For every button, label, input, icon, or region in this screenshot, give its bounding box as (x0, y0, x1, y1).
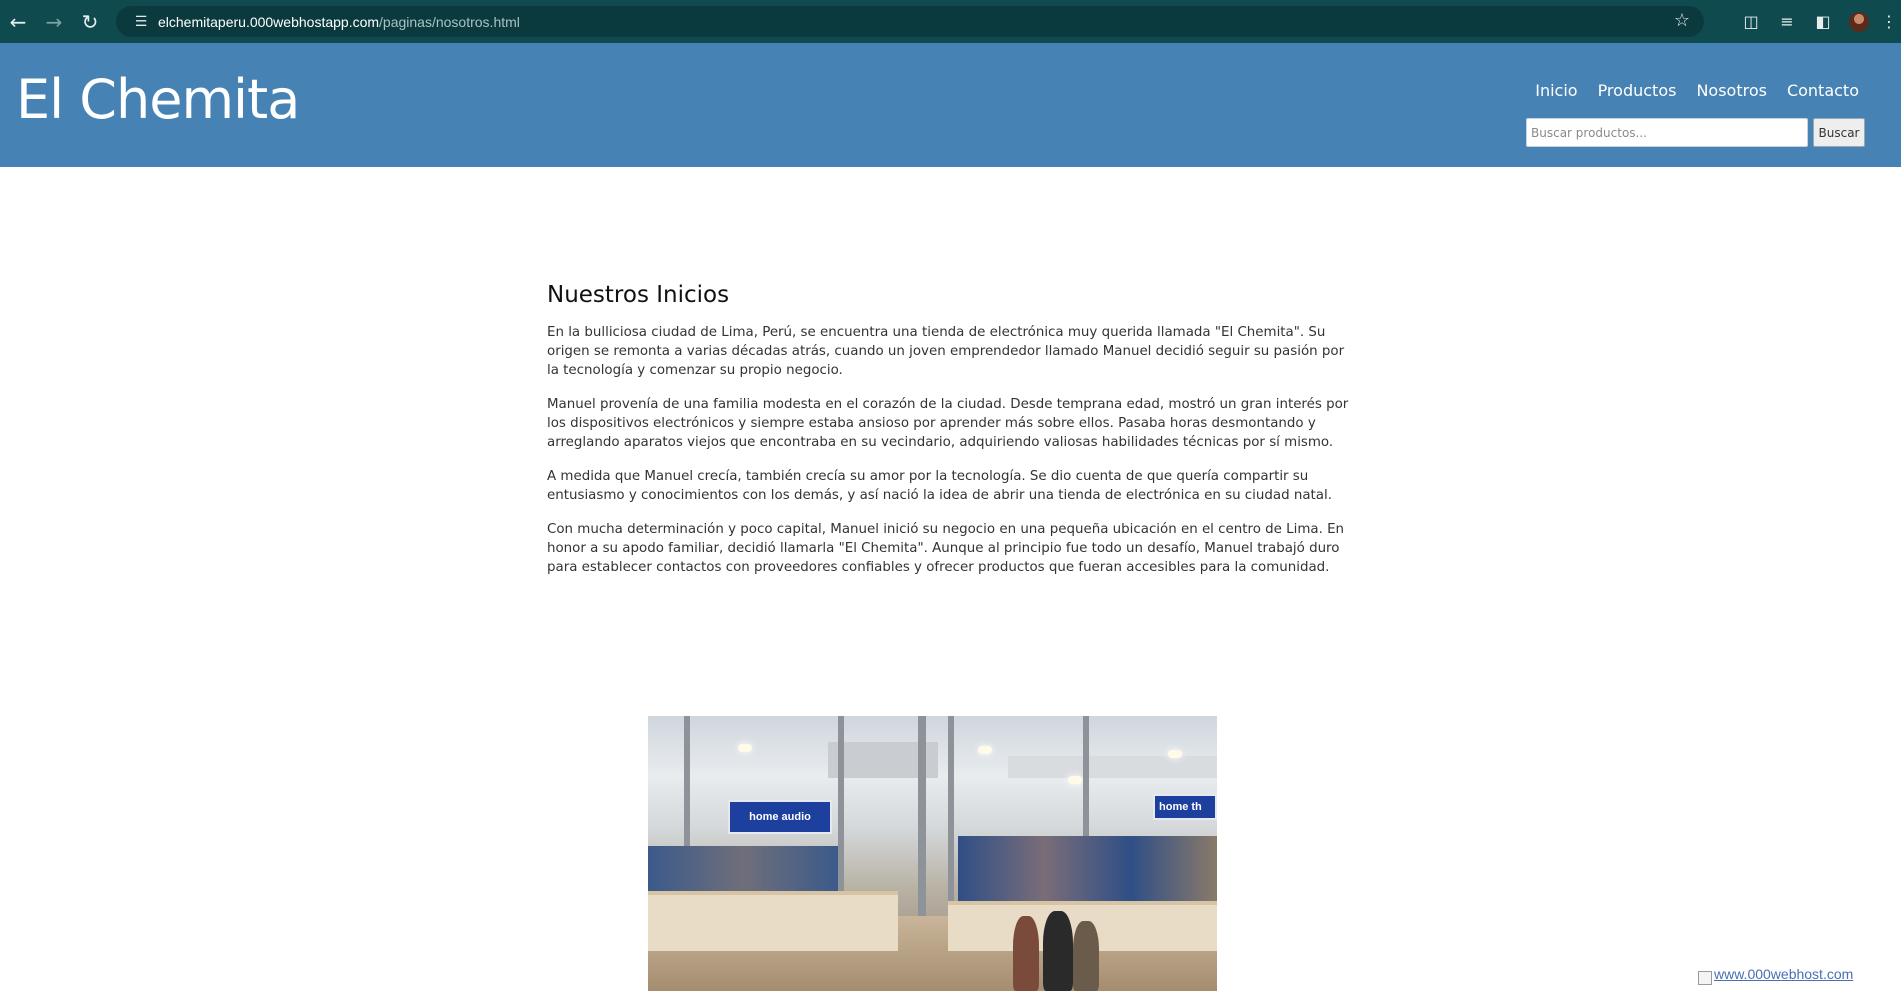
reload-icon[interactable]: ↻ (72, 0, 108, 43)
host-badge-text: www.000webhost.com (1714, 966, 1854, 982)
url-path: /paginas/nosotros.html (379, 13, 520, 30)
ceiling-light (1168, 750, 1182, 758)
menu-kebab-icon[interactable]: ⋮ (1877, 0, 1901, 43)
host-badge-link[interactable]: www.000webhost.com (1698, 966, 1880, 991)
home-audio-sign: home audio (728, 800, 832, 834)
home-theater-sign: home th (1153, 794, 1217, 820)
shopper (1013, 916, 1039, 991)
ceiling-duct (1008, 756, 1217, 778)
search-form: Buscar (1526, 118, 1865, 147)
nav-productos[interactable]: Productos (1598, 81, 1677, 100)
nav-inicio[interactable]: Inicio (1535, 81, 1577, 100)
nav-nosotros[interactable]: Nosotros (1696, 81, 1767, 100)
store-interior-image: home audio home th (648, 716, 1217, 991)
search-input[interactable] (1526, 118, 1808, 147)
search-button[interactable]: Buscar (1813, 118, 1865, 147)
back-icon[interactable]: ← (0, 0, 36, 43)
site-header: El Chemita Inicio Productos Nosotros Con… (0, 43, 1901, 167)
profile-avatar[interactable] (1841, 0, 1877, 43)
broken-image-icon (1698, 971, 1712, 985)
paragraph-2: Manuel provenía de una familia modesta e… (547, 397, 1349, 450)
shopper (1073, 921, 1099, 991)
display-shelf (958, 836, 1217, 906)
side-panel-icon[interactable]: ◧ (1805, 0, 1841, 43)
url-host: elchemitaperu.000webhostapp.com (158, 13, 380, 30)
toolbar-actions: ◫ ≡ ◧ ⋮ (1733, 0, 1901, 43)
extensions-icon[interactable]: ◫ (1733, 0, 1769, 43)
reading-list-icon[interactable]: ≡ (1769, 0, 1805, 43)
ceiling-light (978, 746, 992, 754)
paragraph-4: Con mucha determinación y poco capital, … (547, 522, 1345, 575)
ceiling-light (1068, 776, 1082, 784)
url-text[interactable]: elchemitaperu.000webhostapp.com/paginas/… (158, 14, 520, 30)
bookmark-star-icon[interactable]: ☆ (1674, 10, 1690, 31)
address-bar[interactable]: ☰ elchemitaperu.000webhostapp.com/pagina… (116, 6, 1704, 37)
ceiling-light (738, 744, 752, 752)
nav-contacto[interactable]: Contacto (1787, 81, 1859, 100)
section-title: Nuestros Inicios (547, 282, 730, 308)
paragraph-3: A medida que Manuel crecía, también crec… (547, 469, 1332, 503)
shopper (1043, 911, 1073, 991)
browser-toolbar: ← → ↻ ☰ elchemitaperu.000webhostapp.com/… (0, 0, 1901, 43)
sales-counter (648, 891, 898, 951)
about-content: Nuestros Inicios En la bulliciosa ciudad… (547, 282, 1351, 592)
main-nav: Inicio Productos Nosotros Contacto (1535, 81, 1859, 100)
site-info-icon[interactable]: ☰ (124, 14, 158, 30)
paragraph-1: En la bulliciosa ciudad de Lima, Perú, s… (547, 325, 1345, 378)
site-brand[interactable]: El Chemita (16, 68, 300, 131)
forward-icon[interactable]: → (36, 0, 72, 43)
